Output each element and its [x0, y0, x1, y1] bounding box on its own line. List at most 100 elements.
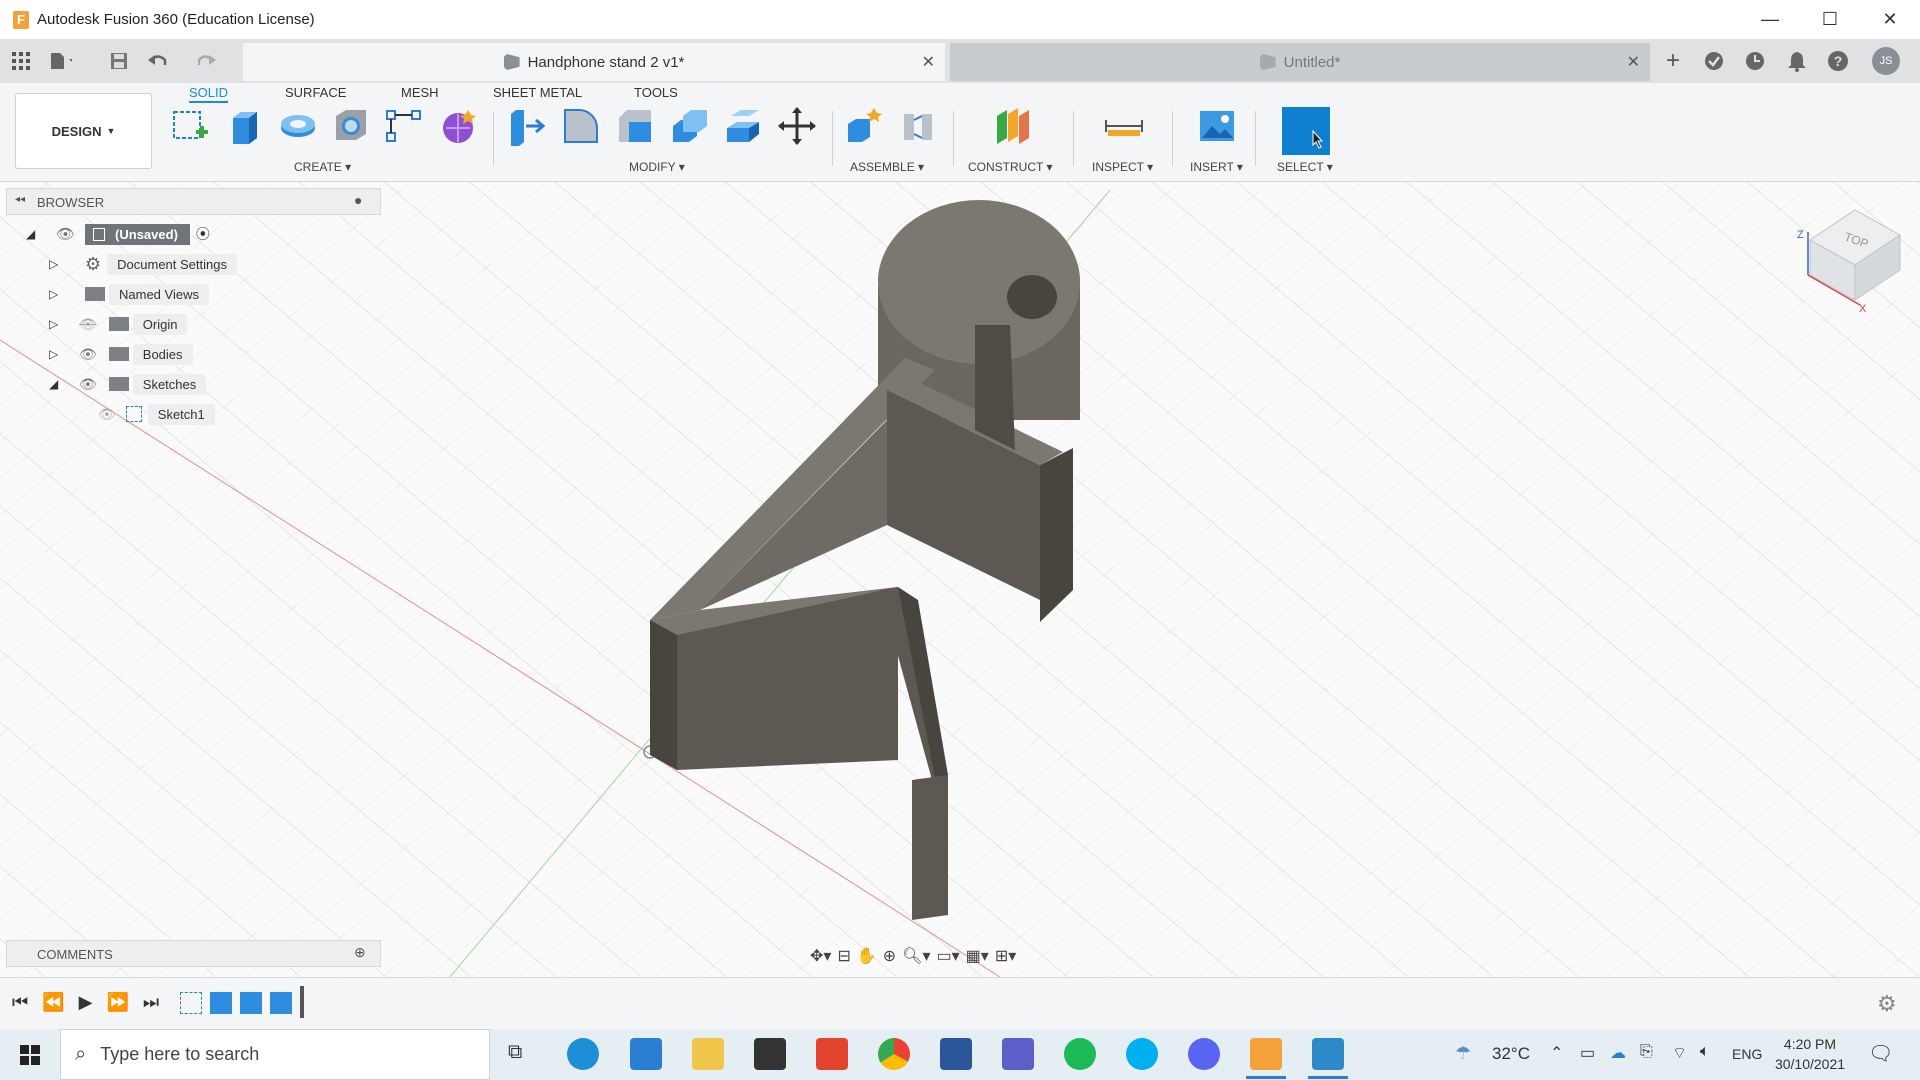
tab-surface[interactable]: SURFACE [285, 85, 346, 103]
show-hidden-icons-chevron-icon[interactable]: ⌃ [1550, 1043, 1563, 1063]
tab-sheet-metal[interactable]: SHEET METAL [493, 85, 582, 103]
create-sketch-icon[interactable] [170, 106, 210, 146]
photos-icon[interactable] [1312, 1038, 1344, 1070]
tree-row-named-views[interactable]: ▷ Named Views [49, 282, 209, 306]
wifi-icon[interactable]: ⌔ [1672, 1043, 1687, 1063]
eye-icon[interactable]: 👁︎ [56, 225, 75, 243]
tab-tools[interactable]: TOOLS [634, 85, 678, 103]
press-pull-icon[interactable] [506, 106, 546, 146]
tree-row-origin[interactable]: ▷ 👁︎ Origin [49, 312, 188, 336]
eye-icon[interactable]: 👁︎ [79, 376, 97, 393]
inspect-menu[interactable]: INSPECT ▾ [1092, 160, 1153, 174]
collapse-panel-icon[interactable]: ◂◂ [15, 194, 25, 205]
grid-settings-icon[interactable]: ▦▾ [966, 946, 989, 966]
tree-row-document-settings[interactable]: ▷ ⚙ Document Settings [49, 252, 237, 276]
chrome-icon[interactable] [878, 1038, 910, 1070]
step-forward-icon[interactable]: ⏩ [106, 992, 128, 1013]
panel-pin-icon[interactable]: ● [354, 192, 362, 208]
combine-icon[interactable] [723, 106, 763, 146]
tab-untitled[interactable]: Untitled* ✕ [950, 43, 1650, 81]
redo-icon[interactable] [198, 50, 220, 72]
chamfer-icon[interactable] [615, 106, 655, 146]
new-tab-icon[interactable]: + [1662, 47, 1684, 74]
rectangular-pattern-icon[interactable] [384, 106, 424, 146]
timeline-settings-gear-icon[interactable]: ⚙ [1877, 991, 1897, 1017]
expanded-triangle-icon[interactable]: ◢ [49, 377, 69, 391]
pan-hand-icon[interactable]: ✋ [857, 946, 877, 966]
undo-icon[interactable] [148, 50, 170, 72]
zoom-icon[interactable]: ⊕ [883, 946, 896, 966]
weather-temp[interactable]: 32°C [1492, 1044, 1530, 1064]
workspace-switcher-button[interactable]: DESIGN ▼ [15, 93, 152, 169]
hidden-eye-icon[interactable]: 👁︎ [79, 316, 97, 333]
close-tab-icon[interactable]: ✕ [1627, 52, 1640, 72]
offset-plane-icon[interactable] [993, 106, 1033, 146]
spotify-icon[interactable] [1064, 1038, 1096, 1070]
battery-icon[interactable]: ▭ [1580, 1043, 1595, 1063]
timeline-sketch-icon[interactable] [180, 992, 202, 1014]
file-menu-icon[interactable] [50, 50, 72, 72]
orbit-icon[interactable]: ✥▾ [810, 946, 831, 966]
shell-icon[interactable] [669, 106, 709, 146]
tree-row-root[interactable]: ◢ 👁︎ (Unsaved) ⦿ [26, 222, 210, 246]
measure-icon[interactable] [1104, 106, 1144, 146]
go-to-end-icon[interactable]: ⏭ [143, 992, 159, 1013]
tree-row-bodies[interactable]: ▷ 👁︎ Bodies [49, 342, 193, 366]
fillet-icon[interactable] [561, 106, 601, 146]
clock[interactable]: 4:20 PM 30/10/2021 [1770, 1034, 1850, 1074]
modify-menu[interactable]: MODIFY ▾ [629, 160, 685, 174]
collapsed-triangle-icon[interactable]: ▷ [49, 257, 69, 271]
file-explorer-icon[interactable] [692, 1038, 724, 1070]
viewports-icon[interactable]: ⊞▾ [995, 946, 1016, 966]
collapsed-triangle-icon[interactable]: ▷ [49, 287, 69, 301]
tree-row-sketch1[interactable]: 👁︎ Sketch1 [98, 402, 215, 426]
discord-icon[interactable] [1188, 1038, 1220, 1070]
notification-center-icon[interactable]: 🗨︎ [1868, 1041, 1893, 1066]
look-at-icon[interactable]: ⊟ [837, 946, 850, 966]
windows-start-icon[interactable] [20, 1045, 40, 1065]
save-icon[interactable] [108, 50, 130, 72]
add-comment-icon[interactable]: ⊕ [354, 944, 366, 961]
joint-icon[interactable] [898, 106, 938, 146]
tab-handphone-stand[interactable]: Handphone stand 2 v1* ✕ [243, 43, 945, 81]
step-back-icon[interactable]: ⏪ [42, 992, 64, 1013]
tree-row-sketches[interactable]: ◢ 👁︎ Sketches [49, 372, 207, 396]
insert-image-icon[interactable] [1197, 106, 1237, 146]
task-view-icon[interactable]: ⧉ [508, 1041, 522, 1064]
collapsed-triangle-icon[interactable]: ▷ [49, 347, 69, 361]
timeline-extrude-icon[interactable] [240, 992, 262, 1014]
edge-icon[interactable] [567, 1038, 599, 1070]
extensions-icon[interactable] [1703, 50, 1725, 72]
tab-mesh[interactable]: MESH [401, 85, 439, 103]
close-button[interactable]: ✕ [1860, 0, 1920, 39]
help-icon[interactable]: ? [1827, 50, 1849, 72]
collapsed-triangle-icon[interactable]: ▷ [49, 317, 69, 331]
play-icon[interactable]: ▶ [79, 992, 93, 1013]
taskbar-search-box[interactable]: ⌕ Type here to search [60, 1029, 490, 1080]
skype-icon[interactable] [1126, 1038, 1158, 1070]
weather-icon[interactable]: ☂ [1455, 1043, 1471, 1064]
job-status-icon[interactable] [1744, 50, 1766, 72]
fit-icon[interactable]: 🔍︎▾ [902, 946, 930, 966]
assemble-menu[interactable]: ASSEMBLE ▾ [850, 160, 924, 174]
timeline-extrude-icon[interactable] [210, 992, 232, 1014]
minimize-button[interactable]: — [1740, 0, 1800, 39]
expanded-triangle-icon[interactable]: ◢ [26, 227, 46, 241]
hidden-eye-icon[interactable]: 👁︎ [98, 406, 116, 423]
hole-icon[interactable] [331, 106, 371, 146]
mail-icon[interactable] [630, 1038, 662, 1070]
maximize-button[interactable]: ☐ [1800, 0, 1860, 39]
create-menu[interactable]: CREATE ▾ [294, 160, 351, 174]
word-icon[interactable] [940, 1038, 972, 1070]
store-icon[interactable] [754, 1038, 786, 1070]
network-icon[interactable]: ⎘ [1640, 1043, 1653, 1061]
user-avatar[interactable]: JS [1872, 47, 1900, 75]
display-settings-icon[interactable]: ▭▾ [937, 946, 960, 966]
timeline-extrude-icon[interactable] [270, 992, 292, 1014]
create-form-icon[interactable] [438, 106, 478, 146]
onedrive-cloud-icon[interactable]: ☁ [1610, 1043, 1626, 1063]
activate-radio-icon[interactable]: ⦿ [196, 224, 210, 244]
eye-icon[interactable]: 👁︎ [79, 346, 97, 363]
notifications-bell-icon[interactable] [1786, 50, 1808, 72]
data-panel-grid-icon[interactable] [10, 50, 32, 72]
